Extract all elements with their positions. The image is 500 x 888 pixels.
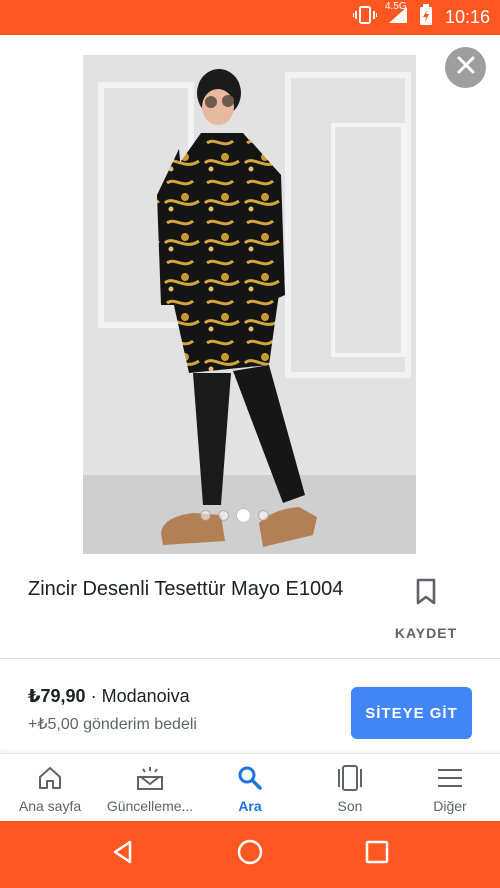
- signal-icon: 4.5G: [385, 1, 409, 30]
- shipping-cost: +₺5,00 gönderim bedeli: [28, 716, 197, 733]
- close-button[interactable]: [445, 47, 486, 88]
- menu-icon: [436, 764, 464, 792]
- product-title: Zincir Desenli Tesettür Mayo E1004: [28, 578, 344, 600]
- product-photo: [83, 55, 416, 554]
- nav-label: Diğer: [433, 798, 467, 814]
- overview-icon: [365, 840, 389, 869]
- home-icon: [37, 764, 63, 792]
- product-image[interactable]: [83, 55, 416, 554]
- network-label: 4.5G: [384, 1, 407, 12]
- nav-item-recent[interactable]: Son: [300, 754, 400, 821]
- seller-name: Modanoiva: [101, 686, 190, 706]
- pagination-dot-active[interactable]: [236, 508, 251, 523]
- home-circle-icon: [236, 838, 264, 871]
- status-bar: 4.5G 10:16: [0, 0, 500, 35]
- seller-separator: ·: [85, 686, 102, 706]
- pagination-dot[interactable]: [218, 510, 229, 521]
- system-navigation-bar: [0, 821, 500, 888]
- nav-item-search[interactable]: Ara: [200, 754, 300, 821]
- updates-icon: [135, 764, 165, 792]
- vibrate-icon: [351, 5, 378, 30]
- nav-item-home[interactable]: Ana sayfa: [0, 754, 100, 821]
- visit-site-button[interactable]: SİTEYE GİT: [351, 687, 472, 739]
- nav-label: Ara: [238, 798, 262, 814]
- divider: [0, 658, 500, 659]
- status-time: 10:16: [444, 7, 490, 27]
- close-icon: [456, 55, 476, 80]
- price: ₺79,90: [28, 686, 86, 706]
- nav-item-more[interactable]: Diğer: [400, 754, 500, 821]
- pagination-dot[interactable]: [258, 510, 269, 521]
- image-pagination: [200, 508, 269, 523]
- price-line: ₺79,90 · Modanoiva: [28, 686, 190, 707]
- nav-label: Ana sayfa: [18, 798, 82, 814]
- bookmark-icon: [415, 578, 437, 610]
- nav-item-updates[interactable]: Güncelleme...: [100, 754, 200, 821]
- recent-icon: [335, 764, 365, 792]
- nav-label: Son: [337, 798, 363, 814]
- back-icon: [110, 839, 136, 870]
- save-button[interactable]: KAYDET: [390, 578, 462, 641]
- search-icon: [237, 764, 263, 792]
- pagination-dot[interactable]: [200, 510, 211, 521]
- battery-icon: [419, 4, 433, 31]
- overview-button[interactable]: [357, 835, 397, 875]
- nav-label: Güncelleme...: [106, 798, 194, 814]
- home-button[interactable]: [230, 835, 270, 875]
- bottom-navigation: Ana sayfa Güncelleme... Ara Son Diğer: [0, 753, 500, 821]
- back-button[interactable]: [103, 835, 143, 875]
- save-label: KAYDET: [394, 625, 458, 641]
